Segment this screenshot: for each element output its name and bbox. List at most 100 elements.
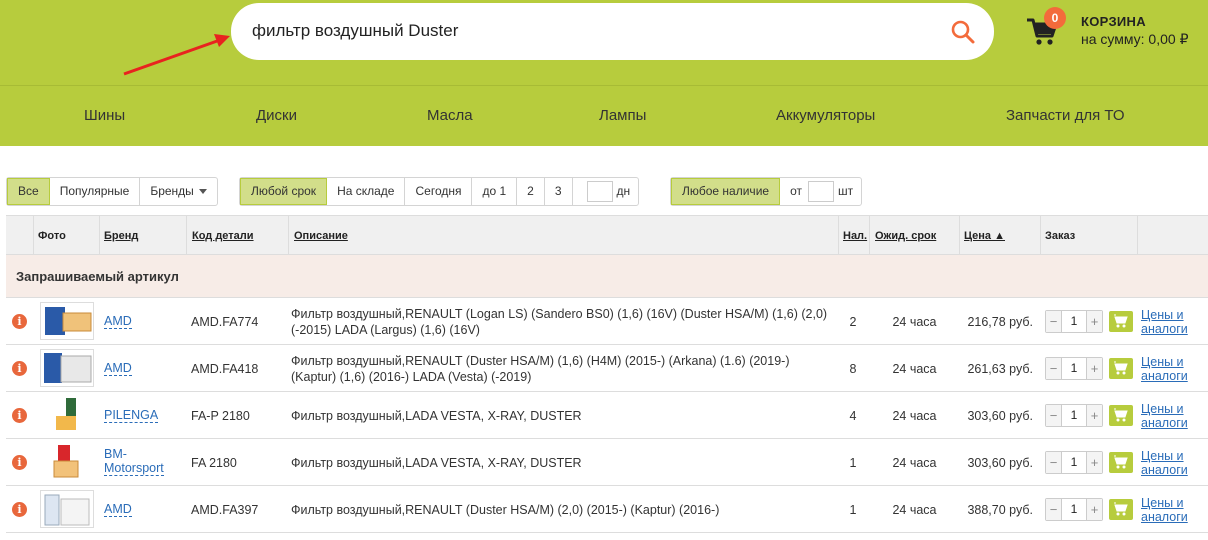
product-photo[interactable] (40, 396, 94, 434)
nav-item-lamps[interactable]: Лампы (599, 107, 646, 124)
filter-days-custom: дн (573, 178, 639, 205)
prices-analogs-link[interactable]: Цены и аналоги (1141, 308, 1188, 336)
analog-line-1[interactable]: Цены и (1141, 402, 1188, 416)
product-photo[interactable] (40, 349, 94, 387)
quantity-stepper[interactable]: − 1 + (1045, 357, 1103, 380)
analog-line-1[interactable]: Цены и (1141, 355, 1188, 369)
add-to-cart-button[interactable] (1109, 499, 1133, 520)
quantity-input[interactable]: 1 (1061, 499, 1087, 520)
delivery-term: 24 часа (892, 456, 937, 470)
search-input[interactable]: фильтр воздушный Duster (231, 3, 994, 60)
brand-link[interactable]: AMD (104, 314, 132, 329)
quantity-input[interactable]: 1 (1061, 311, 1087, 332)
col-code[interactable]: Код детали (192, 230, 254, 242)
brand-link[interactable]: AMD (104, 502, 132, 517)
filter-any-term[interactable]: Любой срок (240, 178, 328, 205)
prices-analogs-link[interactable]: Цены и аналоги (1141, 496, 1188, 524)
analog-line-2[interactable]: аналоги (1141, 369, 1188, 383)
search-input-value[interactable]: фильтр воздушный Duster (252, 21, 458, 41)
brand-link[interactable]: PILENGA (104, 408, 159, 423)
days-input[interactable] (586, 181, 613, 202)
product-photo[interactable] (40, 302, 94, 340)
increment-button[interactable]: + (1087, 452, 1102, 473)
increment-button[interactable]: + (1087, 311, 1102, 332)
nav-item-oils[interactable]: Масла (427, 107, 473, 124)
decrement-button[interactable]: − (1046, 452, 1061, 473)
decrement-button[interactable]: − (1046, 358, 1061, 379)
quantity-input[interactable]: 1 (1061, 405, 1087, 426)
add-to-cart-button[interactable] (1109, 358, 1133, 379)
results-table: Фото Бренд Код детали Описание Нал. Ожид… (6, 215, 1208, 533)
air-filter-box-image (44, 353, 92, 383)
min-qty-input[interactable] (807, 181, 834, 202)
min-qty-unit: шт (837, 184, 854, 198)
decrement-button[interactable]: − (1046, 499, 1061, 520)
analog-line-2[interactable]: аналоги (1141, 463, 1188, 477)
analog-line-2[interactable]: аналоги (1141, 322, 1188, 336)
min-qty-from: от (790, 184, 802, 198)
price: 261,63 руб. (967, 362, 1033, 376)
col-order: Заказ (1045, 230, 1076, 242)
product-photo[interactable] (40, 490, 94, 528)
info-icon[interactable]: i (12, 314, 27, 329)
brand-link[interactable]: BM- Motorsport (104, 447, 164, 476)
analog-line-1[interactable]: Цены и (1141, 496, 1188, 510)
info-icon[interactable]: i (12, 408, 27, 423)
table-row: i BM- Motorsport FA 2180 Фильтр воздушный… (6, 439, 1208, 486)
chevron-down-icon (198, 189, 207, 194)
search-icon[interactable] (950, 19, 976, 45)
analog-line-2[interactable]: аналоги (1141, 510, 1188, 524)
info-icon[interactable]: i (12, 502, 27, 517)
col-term[interactable]: Ожид. срок (875, 230, 936, 242)
stock-count: 2 (849, 315, 857, 329)
decrement-button[interactable]: − (1046, 311, 1061, 332)
quantity-stepper[interactable]: − 1 + (1045, 404, 1103, 427)
table-row: i AMD AMD.FA774 Фильтр воздушный,RENAULT… (6, 298, 1208, 345)
quantity-stepper[interactable]: − 1 + (1045, 451, 1103, 474)
filter-today[interactable]: Сегодня (405, 178, 473, 205)
info-icon[interactable]: i (12, 455, 27, 470)
increment-button[interactable]: + (1087, 358, 1102, 379)
analog-line-2[interactable]: аналоги (1141, 416, 1188, 430)
filter-popular[interactable]: Популярные (50, 178, 141, 205)
filter-brands-dropdown[interactable]: Бренды (140, 178, 216, 205)
nav-item-batteries[interactable]: Аккумуляторы (776, 107, 875, 124)
filter-2[interactable]: 2 (517, 178, 545, 205)
add-to-cart-button[interactable] (1109, 311, 1133, 332)
analog-line-1[interactable]: Цены и (1141, 308, 1188, 322)
product-photo[interactable] (40, 443, 94, 481)
nav-item-wheels[interactable]: Диски (256, 107, 297, 124)
filter-up-to-1[interactable]: до 1 (472, 178, 518, 205)
analog-line-1[interactable]: Цены и (1141, 449, 1188, 463)
increment-button[interactable]: + (1087, 405, 1102, 426)
filter-3[interactable]: 3 (545, 178, 573, 205)
col-description[interactable]: Описание (294, 230, 348, 242)
prices-analogs-link[interactable]: Цены и аналоги (1141, 355, 1188, 383)
col-stock[interactable]: Нал. (843, 230, 867, 242)
filter-any-stock[interactable]: Любое наличие (671, 178, 781, 205)
increment-button[interactable]: + (1087, 499, 1102, 520)
stock-count: 8 (849, 362, 857, 376)
brand-line-2[interactable]: Motorsport (104, 461, 164, 476)
brand-line-1[interactable]: BM- (104, 447, 164, 461)
col-brand[interactable]: Бренд (104, 230, 138, 242)
decrement-button[interactable]: − (1046, 405, 1061, 426)
nav-item-tires[interactable]: Шины (84, 107, 125, 124)
info-icon[interactable]: i (12, 361, 27, 376)
prices-analogs-link[interactable]: Цены и аналоги (1141, 449, 1188, 477)
quantity-input[interactable]: 1 (1061, 358, 1087, 379)
col-price[interactable]: Цена ▲ (964, 230, 1005, 242)
prices-analogs-link[interactable]: Цены и аналоги (1141, 402, 1188, 430)
add-to-cart-button[interactable] (1109, 405, 1133, 426)
quantity-stepper[interactable]: − 1 + (1045, 310, 1103, 333)
quantity-input[interactable]: 1 (1061, 452, 1087, 473)
cart-title[interactable]: КОРЗИНА (1081, 14, 1146, 29)
nav-item-maintenance-parts[interactable]: Запчасти для ТО (1006, 107, 1125, 124)
air-filter-box-image (45, 307, 92, 335)
table-row: i AMD AMD.FA397 Фильтр воздушный,RENAULT… (6, 486, 1208, 533)
filter-in-stock[interactable]: На складе (327, 178, 406, 205)
filter-all[interactable]: Все (7, 178, 50, 205)
brand-link[interactable]: AMD (104, 361, 132, 376)
quantity-stepper[interactable]: − 1 + (1045, 498, 1103, 521)
add-to-cart-button[interactable] (1109, 452, 1133, 473)
